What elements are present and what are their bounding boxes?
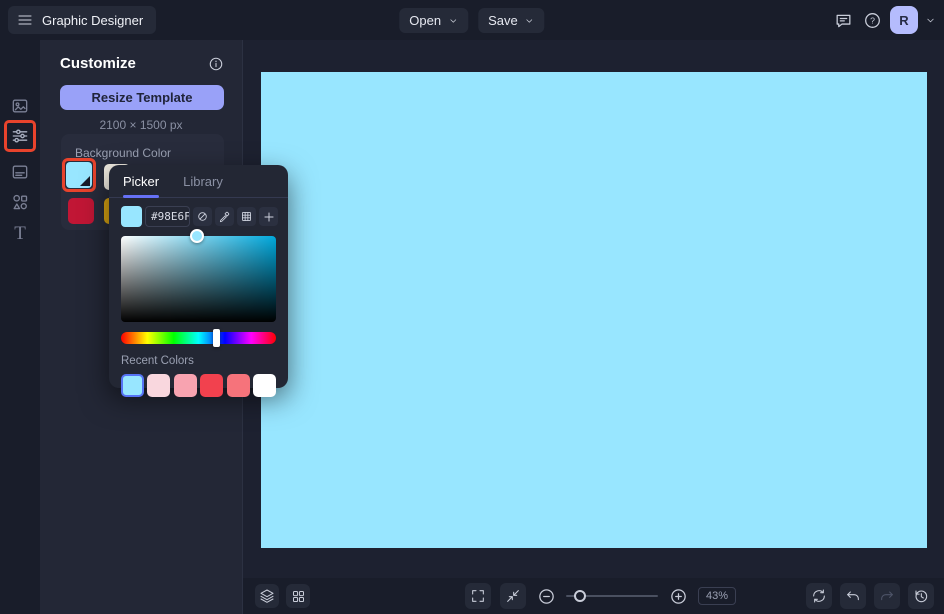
help-icon[interactable]: ?: [861, 9, 883, 31]
fullscreen-icon[interactable]: [465, 583, 491, 609]
tool-rail: T: [0, 40, 40, 614]
recent-color-swatch[interactable]: [121, 374, 144, 397]
recent-color-swatch[interactable]: [173, 374, 197, 397]
color-picker-popup: Picker Library Recent Colors: [109, 165, 288, 397]
layers-icon[interactable]: [255, 584, 279, 608]
recent-color-swatch[interactable]: [200, 374, 224, 397]
history-icon[interactable]: [908, 583, 934, 609]
color-picker-tabs: Picker Library: [109, 165, 288, 198]
redo-icon[interactable]: [874, 583, 900, 609]
resize-template-button[interactable]: Resize Template: [60, 85, 224, 110]
zoom-slider-handle[interactable]: [574, 590, 586, 602]
saturation-handle[interactable]: [190, 229, 204, 243]
background-swatch[interactable]: [68, 198, 94, 224]
recent-color-swatch[interactable]: [226, 374, 250, 397]
eyedropper-icon[interactable]: [215, 207, 234, 226]
tab-picker[interactable]: Picker: [123, 174, 160, 198]
panel-title: Customize: [60, 55, 136, 72]
topbar-right: ? R: [832, 0, 936, 40]
text-tool-icon[interactable]: T: [8, 222, 32, 246]
app-title: Graphic Designer: [42, 12, 144, 28]
recent-colors-row: [121, 374, 276, 397]
fit-screen-icon[interactable]: [500, 583, 526, 609]
layout-card-icon[interactable]: [8, 160, 32, 184]
template-size: 2100 × 1500 px: [99, 118, 183, 132]
top-bar: Graphic Designer Open Save ? R: [0, 0, 944, 40]
canvas-area: [242, 40, 944, 578]
chevron-down-icon: [525, 16, 535, 26]
undo-icon[interactable]: [840, 583, 866, 609]
background-color-label: Background Color: [75, 146, 172, 160]
current-color-swatch[interactable]: [121, 206, 142, 227]
background-swatch-selected[interactable]: [66, 162, 92, 188]
tab-library[interactable]: Library: [183, 174, 223, 197]
hue-slider[interactable]: [121, 329, 276, 347]
main-menu-button[interactable]: Graphic Designer: [8, 6, 157, 34]
saturation-gradient-area[interactable]: [121, 229, 276, 322]
hue-handle[interactable]: [213, 329, 220, 347]
recent-color-swatch[interactable]: [252, 374, 276, 397]
avatar[interactable]: R: [890, 6, 918, 34]
hamburger-menu-icon: [17, 12, 33, 28]
zoom-slider[interactable]: [566, 585, 658, 607]
account-chevron-down-icon[interactable]: [925, 15, 936, 26]
zoom-percent[interactable]: 43%: [698, 587, 736, 605]
comments-icon[interactable]: [832, 9, 854, 31]
svg-text:?: ?: [870, 15, 875, 25]
objects-shapes-icon[interactable]: [8, 190, 32, 214]
design-canvas[interactable]: [261, 72, 927, 548]
customize-sliders-icon[interactable]: [8, 124, 32, 148]
no-color-icon[interactable]: [193, 207, 212, 226]
info-icon[interactable]: [208, 56, 224, 72]
annotation-highlight-swatch: [62, 158, 96, 192]
file-actions: Open Save: [399, 8, 545, 33]
add-color-icon[interactable]: [259, 207, 278, 226]
save-button[interactable]: Save: [478, 8, 545, 33]
templates-image-icon[interactable]: [8, 94, 32, 118]
bottom-toolbar: 43%: [242, 578, 944, 614]
palette-grid-icon[interactable]: [237, 207, 256, 226]
zoom-out-icon[interactable]: [535, 585, 557, 607]
open-button[interactable]: Open: [399, 8, 469, 33]
chevron-down-icon: [448, 16, 458, 26]
recent-colors-label: Recent Colors: [121, 355, 194, 367]
zoom-in-icon[interactable]: [667, 585, 689, 607]
hex-color-input[interactable]: [145, 206, 190, 227]
sync-icon[interactable]: [806, 583, 832, 609]
pages-grid-icon[interactable]: [286, 584, 310, 608]
recent-color-swatch[interactable]: [147, 374, 171, 397]
